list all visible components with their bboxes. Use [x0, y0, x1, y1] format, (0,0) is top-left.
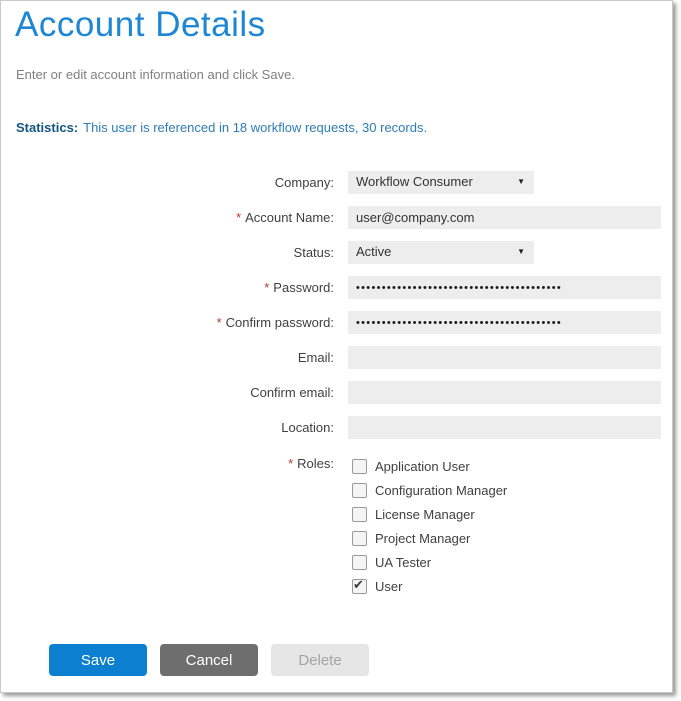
account-name-input[interactable] [348, 206, 661, 229]
confirm-email-label: Confirm email: [1, 385, 342, 400]
form-row-password: *Password: [1, 276, 674, 299]
required-marker: * [288, 456, 293, 471]
form-row-company: Company: Workflow Consumer ▼ [1, 171, 674, 194]
save-button[interactable]: Save [49, 644, 147, 676]
status-label: Status: [1, 245, 342, 260]
company-label: Company: [1, 175, 342, 190]
status-select[interactable]: Active ▼ [348, 241, 534, 264]
checkmark-icon: ✔ [353, 577, 364, 593]
confirm-email-input[interactable] [348, 381, 661, 404]
location-label: Location: [1, 420, 342, 435]
dropdown-arrow-icon: ▼ [517, 247, 525, 256]
required-marker: * [236, 210, 241, 225]
role-option-configuration-manager: Configuration Manager [352, 478, 507, 502]
role-option-project-manager: Project Manager [352, 526, 507, 550]
roles-list: Application User Configuration Manager L… [352, 454, 507, 598]
company-select-value: Workflow Consumer [356, 174, 473, 189]
statistics-text: This user is referenced in 18 workflow r… [83, 120, 427, 135]
checkbox-configuration-manager[interactable] [352, 483, 367, 498]
email-label: Email: [1, 350, 342, 365]
role-option-application-user: Application User [352, 454, 507, 478]
account-details-panel: Account Details Enter or edit account in… [0, 0, 673, 693]
required-marker: * [217, 315, 222, 330]
button-bar: Save Cancel Delete [49, 644, 382, 676]
roles-label: *Roles: [1, 454, 342, 598]
dropdown-arrow-icon: ▼ [517, 177, 525, 186]
statistics-label: Statistics: [16, 120, 78, 135]
confirm-password-input[interactable] [348, 311, 661, 334]
checkbox-application-user[interactable] [352, 459, 367, 474]
page-subtitle: Enter or edit account information and cl… [16, 67, 295, 82]
account-name-label: *Account Name: [1, 210, 342, 225]
form-row-status: Status: Active ▼ [1, 241, 674, 264]
delete-button[interactable]: Delete [271, 644, 369, 676]
checkbox-project-manager[interactable] [352, 531, 367, 546]
account-form: Company: Workflow Consumer ▼ *Account Na… [1, 171, 674, 598]
checkbox-ua-tester[interactable] [352, 555, 367, 570]
role-option-ua-tester: UA Tester [352, 550, 507, 574]
email-input[interactable] [348, 346, 661, 369]
password-label: *Password: [1, 280, 342, 295]
statistics-line: Statistics: This user is referenced in 18… [16, 120, 427, 135]
company-select[interactable]: Workflow Consumer ▼ [348, 171, 534, 194]
role-option-license-manager: License Manager [352, 502, 507, 526]
password-input[interactable] [348, 276, 661, 299]
form-row-location: Location: [1, 416, 674, 439]
role-option-user: ✔ User [352, 574, 507, 598]
cancel-button[interactable]: Cancel [160, 644, 258, 676]
page-title: Account Details [15, 5, 266, 45]
checkbox-license-manager[interactable] [352, 507, 367, 522]
status-select-value: Active [356, 244, 391, 259]
form-row-confirm-email: Confirm email: [1, 381, 674, 404]
form-row-email: Email: [1, 346, 674, 369]
checkbox-user[interactable]: ✔ [352, 579, 367, 594]
form-row-account-name: *Account Name: [1, 206, 674, 229]
form-row-roles: *Roles: Application User Configuration M… [1, 454, 674, 598]
confirm-password-label: *Confirm password: [1, 315, 342, 330]
form-row-confirm-password: *Confirm password: [1, 311, 674, 334]
required-marker: * [264, 280, 269, 295]
location-input[interactable] [348, 416, 661, 439]
